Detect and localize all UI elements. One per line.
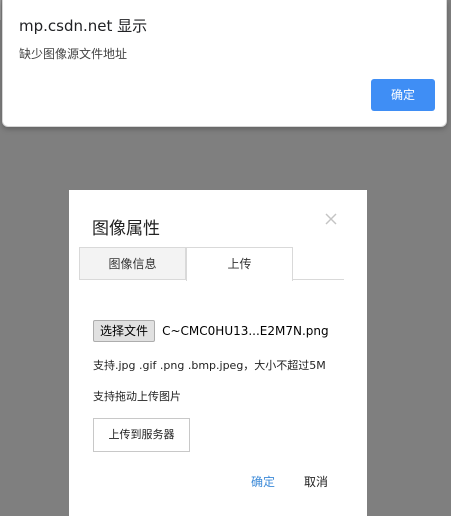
dialog-title: 图像属性	[92, 219, 160, 239]
drag-hint: 支持拖动上传图片	[93, 390, 181, 403]
dialog-ok-button[interactable]: 确定	[237, 472, 289, 492]
alert-message: 缺少图像源文件地址	[19, 47, 128, 61]
choose-file-button[interactable]: 选择文件	[93, 320, 156, 342]
alert-ok-button[interactable]: 确定	[371, 79, 435, 111]
format-hint: 支持.jpg .gif .png .bmp.jpeg，大小不超过5M	[93, 359, 326, 372]
tab-image-info[interactable]: 图像信息	[79, 247, 186, 280]
selected-file-name: C~CMC0HU13...E2M7N.png	[162, 324, 329, 338]
browser-alert-dialog: mp.csdn.net 显示 缺少图像源文件地址 确定	[2, 0, 447, 127]
close-icon[interactable]	[321, 209, 341, 229]
close-icon-glyph	[325, 213, 337, 225]
tab-upload[interactable]: 上传	[186, 247, 293, 281]
image-properties-dialog: 图像属性 图像信息 上传 选择文件 C~CMC0HU13...E2M7N.png…	[69, 190, 367, 516]
upload-to-server-button[interactable]: 上传到服务器	[93, 418, 190, 452]
dialog-cancel-button[interactable]: 取消	[290, 472, 342, 492]
alert-title: mp.csdn.net 显示	[19, 17, 148, 35]
tab-divider	[293, 279, 344, 280]
file-chooser-row: 选择文件 C~CMC0HU13...E2M7N.png	[93, 320, 329, 342]
